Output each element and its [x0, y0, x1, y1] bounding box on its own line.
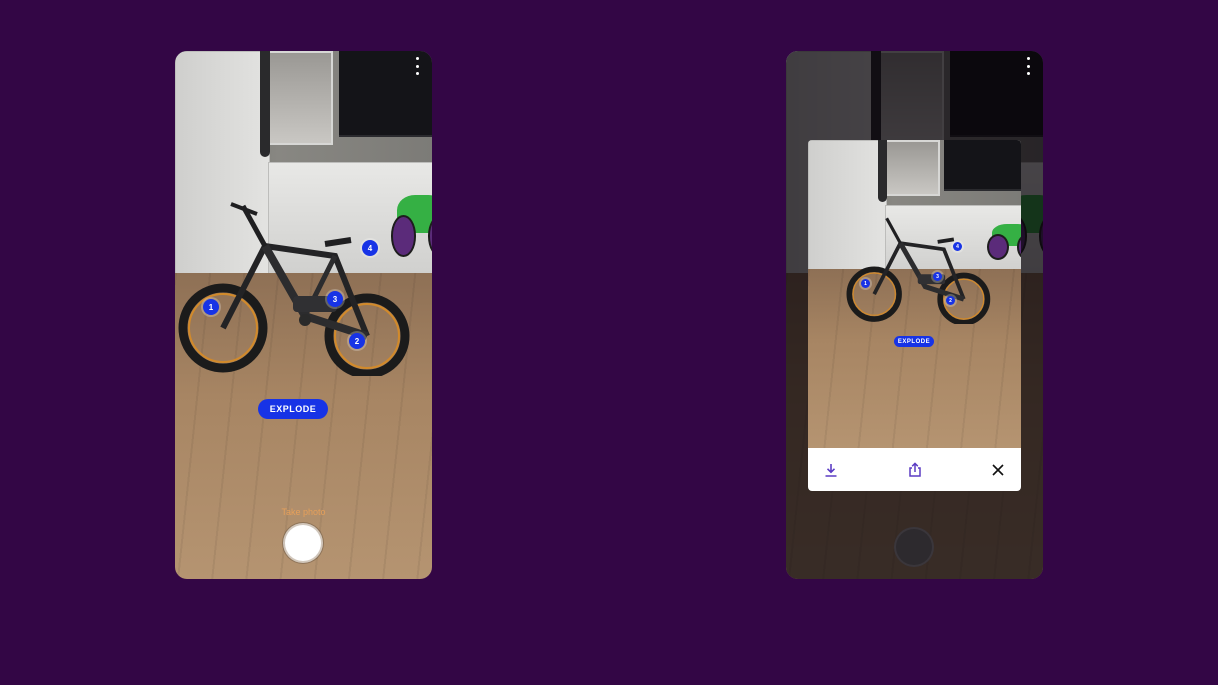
hotspot-3[interactable]: 3	[327, 291, 343, 307]
share-button[interactable]	[904, 459, 926, 481]
more-vertical-icon[interactable]	[412, 57, 422, 75]
download-icon	[825, 463, 837, 477]
download-button[interactable]	[820, 459, 842, 481]
hotspot-1[interactable]: 1	[203, 299, 219, 315]
photo-preview-screen: 1 2 3 4 EXPLODE	[786, 51, 1043, 579]
bike-illustration	[178, 202, 410, 376]
ar-camera-screen: 1 2 3 4 EXPLODE Take photo	[175, 51, 432, 579]
share-icon	[908, 461, 921, 477]
close-icon	[992, 463, 1004, 476]
take-photo-label: Take photo	[281, 507, 326, 517]
hotspot-4[interactable]: 4	[362, 240, 378, 256]
camera-feed: 1 2 3 4 EXPLODE	[175, 51, 432, 579]
preview-hotspot-2: 2	[946, 296, 955, 305]
scene-pole	[259, 51, 271, 157]
close-button[interactable]	[987, 459, 1009, 481]
photo-bike-model	[844, 212, 994, 324]
preview-explode-label: EXPLODE	[894, 336, 934, 347]
preview-action-bar	[808, 448, 1021, 491]
ar-bike-model[interactable]	[175, 196, 415, 376]
scene-vitrine	[267, 51, 334, 145]
captured-photo: 1 2 3 4 EXPLODE	[808, 140, 1021, 448]
preview-hotspot-3: 3	[933, 272, 942, 281]
preview-hotspot-4: 4	[953, 242, 962, 251]
hotspot-2[interactable]: 2	[349, 333, 365, 349]
camera-shutter-button-disabled	[896, 529, 932, 565]
preview-hotspot-1: 1	[861, 279, 870, 288]
explode-button[interactable]: EXPLODE	[258, 399, 328, 419]
more-vertical-icon[interactable]	[1023, 57, 1033, 75]
camera-shutter-button[interactable]	[285, 525, 321, 561]
photo-preview-card: 1 2 3 4 EXPLODE	[808, 140, 1021, 491]
